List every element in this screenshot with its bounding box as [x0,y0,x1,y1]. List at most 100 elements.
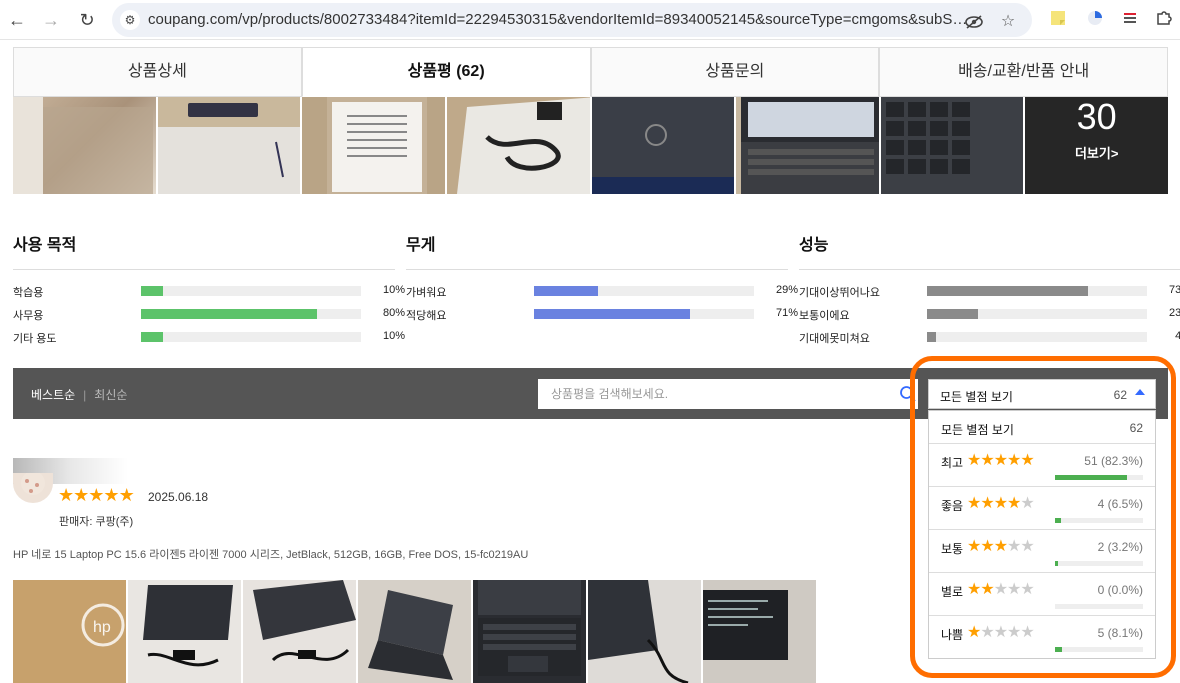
address-bar[interactable]: ⚙ coupang.com/vp/products/8002733484?ite… [112,3,1032,37]
rating-option-label: 좋음 [941,499,964,513]
survey-percent: 73% [1168,284,1180,296]
survey-bar-fill [927,332,936,342]
review-attached-photo[interactable] [588,580,701,683]
survey-label: 가벼워요 [406,287,447,299]
survey-bar [534,286,754,296]
review-search-input[interactable] [538,379,878,409]
survey-bar [534,309,754,319]
rating-option-all[interactable]: 모든 별점 보기 62 [929,411,1155,444]
rating-bar-fill [1055,475,1128,480]
survey-percent: 10% [382,284,405,296]
review-photo[interactable] [736,97,879,194]
rating-option-count: 51 (82.3%) [1084,454,1143,468]
review-photo[interactable] [302,97,445,194]
survey-performance: 성능 기대이상뛰어나요 73% 보통이에요 23% 기대에못미쳐요 4% [799,232,1180,347]
rating-filter-selected: 모든 별점 보기 [940,390,1013,404]
star-rating-icon: ★★★★★ [967,624,1035,641]
url-text[interactable]: coupang.com/vp/products/8002733484?itemI… [148,11,968,28]
rating-bar-fill [1055,647,1063,652]
review-attached-photo[interactable] [243,580,356,683]
sort-latest-button[interactable]: 최신순 [94,388,127,402]
survey-bar [927,309,1147,319]
review-date: 2025.06.18 [148,490,209,504]
rating-option-2[interactable]: 별로 ★★★★★ 0 (0.0%) [929,573,1155,616]
survey-row: 가벼워요 29% [406,278,798,301]
survey-row: 기대이상뛰어나요 73% [799,278,1180,301]
rating-bar [1055,604,1143,609]
tab-shipping-return[interactable]: 배송/교환/반품 안내 [879,48,1168,97]
tab-inquiry[interactable]: 상품문의 [590,48,880,97]
rating-option-3[interactable]: 보통 ★★★★★ 2 (3.2%) [929,530,1155,573]
rating-option-count: 62 [1129,421,1143,435]
review-attached-photo[interactable]: hp [13,580,126,683]
review-photo[interactable] [13,97,156,194]
rating-option-4[interactable]: 좋음 ★★★★★ 4 (6.5%) [929,487,1155,530]
rating-filter-count: 62 [1113,388,1127,402]
browser-toolbar: ← → ↻ ⚙ coupang.com/vp/products/80027334… [0,0,1180,40]
review-attached-photo[interactable] [703,580,816,683]
review-photo[interactable] [591,97,735,194]
review-search-box [538,379,918,409]
rating-option-count: 5 (8.1%) [1097,626,1143,640]
review-photo[interactable] [446,97,590,194]
extension-icon[interactable] [1085,9,1105,29]
survey-row: 적당해요 71% [406,301,798,324]
review-product-option: HP 네로 15 Laptop PC 15.6 라이젠5 라이젠 7000 시리… [13,549,529,561]
reload-icon[interactable]: ↻ [76,9,98,31]
back-icon[interactable]: ← [6,9,28,31]
survey-title: 무게 [406,232,788,270]
site-settings-icon[interactable]: ⚙ [120,10,140,30]
more-photos-label: 더보기> [1074,146,1119,161]
survey-bar [141,332,361,342]
survey-percent: 71% [775,307,798,319]
review-attached-photo[interactable] [128,580,241,683]
survey-bar-fill [927,286,1088,296]
survey-weight: 무게 가벼워요 29% 적당해요 71% [406,232,798,324]
survey-percent: 4% [1175,330,1180,342]
rating-bar-fill [1055,561,1058,566]
more-photos-count: 30 [1076,97,1117,137]
rating-bar-fill [1055,518,1061,523]
reading-list-icon[interactable] [1120,9,1140,29]
rating-bar [1055,475,1143,480]
survey-bar [927,286,1147,296]
review-attached-photo[interactable] [358,580,471,683]
bookmark-star-icon[interactable]: ☆ [998,12,1018,32]
star-rating-icon: ★★★★★ [967,452,1035,469]
survey-percent: 10% [382,330,405,342]
rating-option-label: 나쁨 [941,628,964,642]
tab-product-detail[interactable]: 상품상세 [13,48,302,97]
rating-option-1[interactable]: 나쁨 ★★★★★ 5 (8.1%) [929,616,1155,659]
survey-bar-fill [927,309,978,319]
sort-best-button[interactable]: 베스트순 [31,388,75,402]
rating-filter-dropdown[interactable]: 모든 별점 보기 62 [928,379,1156,409]
survey-title: 사용 목적 [13,232,395,270]
product-tabs: 상품상세 상품평 (62) 상품문의 배송/교환/반품 안내 [13,47,1168,97]
notes-extension-icon[interactable] [1048,9,1068,29]
rating-option-count: 2 (3.2%) [1097,540,1143,554]
review-attached-photo[interactable] [473,580,586,683]
survey-percent: 29% [775,284,798,296]
review-photo[interactable] [880,97,1024,194]
rating-option-5[interactable]: 최고 ★★★★★ 51 (82.3%) [929,444,1155,487]
avatar [13,473,53,503]
survey-label: 적당해요 [406,310,447,322]
review-photo-strip: 30 더보기> [13,97,1168,194]
star-rating-icon: ★★★★★ [967,581,1035,598]
sort-separator: | [83,388,87,402]
survey-bar [141,309,361,319]
rating-option-label: 모든 별점 보기 [941,423,1014,437]
extensions-puzzle-icon[interactable] [1154,9,1174,29]
svg-text:hp: hp [93,619,111,636]
survey-percent: 80% [382,307,405,319]
survey-label: 학습용 [13,287,44,299]
rating-bar [1055,647,1143,652]
review-photo[interactable] [157,97,301,194]
survey-label: 기대에못미쳐요 [799,333,870,345]
eye-off-icon[interactable] [964,12,984,32]
tab-reviews[interactable]: 상품평 (62) [301,48,591,97]
forward-icon[interactable]: → [40,9,62,31]
search-icon[interactable] [898,384,918,404]
survey-bar-fill [141,286,163,296]
more-photos-button[interactable]: 30 더보기> [1025,97,1168,194]
